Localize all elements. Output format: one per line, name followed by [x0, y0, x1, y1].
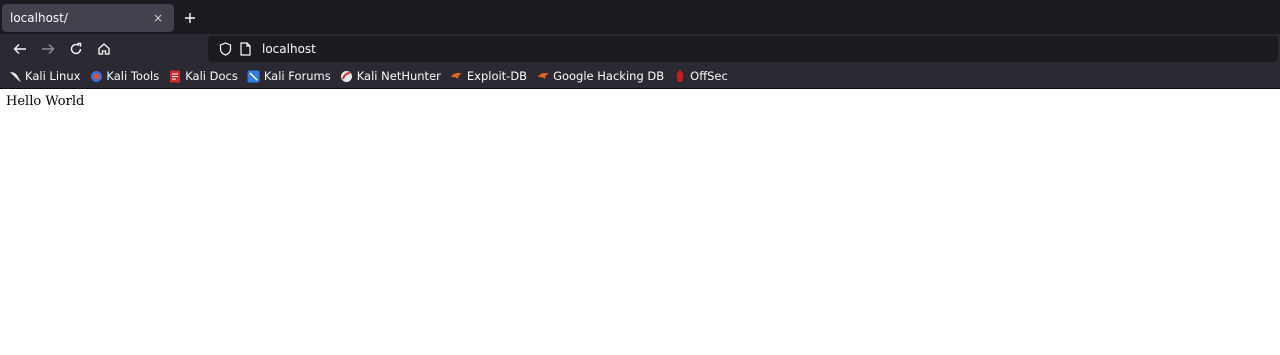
bookmark-label: Exploit-DB — [466, 69, 528, 83]
browser-window: localhost/ × localhost Kali Linux Kali T… — [0, 0, 1280, 355]
bookmark-label: Kali Tools — [106, 69, 160, 83]
kali-dragon-icon — [8, 69, 22, 83]
bookmark-label: Kali Forums — [263, 69, 331, 83]
exploit-db-icon — [450, 69, 464, 83]
bookmark-label: Google Hacking DB — [553, 69, 665, 83]
bookmark-google-hacking-db[interactable]: Google Hacking DB — [536, 69, 664, 83]
new-tab-button[interactable] — [174, 4, 206, 32]
page-content: Hello World — [0, 89, 1280, 355]
bookmarks-toolbar: Kali Linux Kali Tools Kali Docs Kali For… — [0, 64, 1280, 89]
bookmark-label: Kali NetHunter — [356, 69, 441, 83]
back-button[interactable] — [6, 35, 34, 63]
bookmark-offsec[interactable]: OffSec — [673, 69, 728, 83]
url-bar[interactable]: localhost — [208, 36, 1278, 62]
nav-toolbar: localhost — [0, 34, 1280, 64]
nethunter-icon — [340, 69, 354, 83]
plus-icon — [185, 13, 195, 23]
bookmark-kali-docs[interactable]: Kali Docs — [168, 69, 238, 83]
bookmark-kali-tools[interactable]: Kali Tools — [89, 69, 159, 83]
bookmark-exploit-db[interactable]: Exploit-DB — [450, 69, 527, 83]
offsec-icon — [673, 69, 687, 83]
bookmark-label: OffSec — [690, 69, 728, 83]
kali-forums-icon — [247, 69, 261, 83]
bookmark-label: Kali Docs — [185, 69, 238, 83]
shield-icon[interactable] — [216, 40, 234, 58]
tab-localhost[interactable]: localhost/ × — [2, 4, 174, 32]
page-text: Hello World — [6, 94, 85, 109]
kali-tools-icon — [89, 69, 103, 83]
forward-arrow-icon — [42, 44, 55, 54]
tab-close-button[interactable]: × — [150, 10, 166, 26]
reload-icon — [70, 42, 82, 55]
tab-strip: localhost/ × — [0, 0, 1280, 34]
tab-title: localhost/ — [10, 11, 68, 25]
bookmark-label: Kali Linux — [25, 69, 81, 83]
back-arrow-icon — [13, 44, 26, 54]
bookmark-kali-forums[interactable]: Kali Forums — [247, 69, 331, 83]
bookmark-kali-linux[interactable]: Kali Linux — [8, 69, 80, 83]
url-text[interactable]: localhost — [262, 42, 316, 56]
reload-button[interactable] — [62, 35, 90, 63]
home-button[interactable] — [90, 35, 118, 63]
kali-docs-icon — [168, 69, 182, 83]
forward-button[interactable] — [34, 35, 62, 63]
ghdb-icon — [536, 69, 550, 83]
page-icon[interactable] — [236, 40, 254, 58]
bookmark-kali-nethunter[interactable]: Kali NetHunter — [340, 69, 441, 83]
home-icon — [98, 43, 110, 55]
